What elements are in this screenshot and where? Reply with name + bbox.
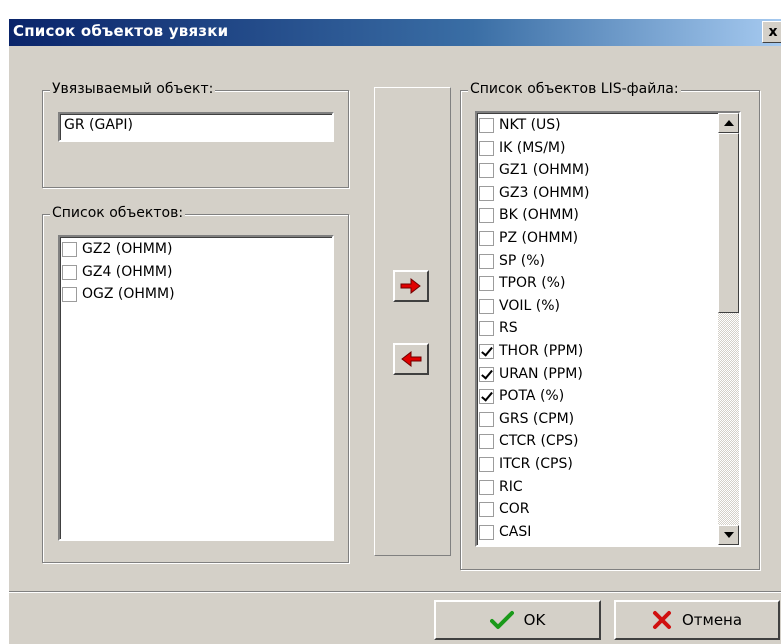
checkbox[interactable] <box>479 321 494 337</box>
linked-object-field[interactable]: GR (GAPI) <box>58 112 334 142</box>
list-item[interactable]: SP (%) <box>477 250 715 273</box>
checkbox[interactable] <box>479 366 494 382</box>
linked-object-group: Увязываемый объект: GR (GAPI) <box>42 81 349 188</box>
list-item[interactable]: CASI <box>477 521 715 544</box>
list-item-label: CASI <box>499 523 532 540</box>
list-item-label: IK (MS/M) <box>499 139 566 156</box>
list-item-label: RS <box>499 320 518 337</box>
list-item[interactable]: IK (MS/M) <box>477 137 715 160</box>
checkbox[interactable] <box>479 253 494 269</box>
list-item-label: THOR (PPM) <box>499 342 584 359</box>
list-item-label: OGZ (OHMM) <box>82 286 175 303</box>
checkbox[interactable] <box>479 230 494 246</box>
checkbox[interactable] <box>479 276 494 292</box>
list-item[interactable]: THOR (PPM) <box>477 340 715 363</box>
scroll-down-button[interactable] <box>718 525 739 545</box>
close-button[interactable]: x <box>762 21 781 43</box>
dialog-window: Список объектов увязки x Увязываемый объ… <box>8 18 781 644</box>
scroll-up-button[interactable] <box>718 113 739 133</box>
checkbox[interactable] <box>62 264 77 280</box>
chevron-down-icon <box>724 532 734 538</box>
checkbox[interactable] <box>62 242 77 257</box>
checkbox[interactable] <box>479 140 494 156</box>
lis-list-legend: Список объектов LIS-файла: <box>468 81 681 97</box>
checkbox[interactable] <box>479 118 494 133</box>
list-item[interactable]: GZ3 (OHMM) <box>477 182 715 205</box>
list-item-label: POTA (%) <box>499 388 565 405</box>
checkbox[interactable] <box>479 502 494 518</box>
checkbox[interactable] <box>479 208 494 224</box>
checkbox[interactable] <box>479 411 494 427</box>
cross-icon <box>652 611 671 629</box>
list-item[interactable]: PZ (OHMM) <box>477 227 715 250</box>
list-item[interactable]: GZ1 (OHMM) <box>477 159 715 182</box>
window-title: Список объектов увязки <box>13 22 229 40</box>
list-item-label: URAN (PPM) <box>499 365 583 382</box>
checkbox[interactable] <box>479 524 494 540</box>
list-item-label: TPOR (%) <box>499 275 566 292</box>
list-item-label: CTCR (CPS) <box>499 433 579 450</box>
checkbox[interactable] <box>479 298 494 314</box>
transfer-panel <box>374 87 451 556</box>
list-item[interactable]: GZ2 (OHMM) <box>60 238 332 261</box>
list-item-label: RIC <box>499 478 523 495</box>
objects-list-group: Список объектов: GZ2 (OHMM) GZ4 (OHMM) OGZ… <box>42 205 349 563</box>
cancel-label: Отмена <box>681 611 743 629</box>
ok-button[interactable]: OK <box>434 600 601 640</box>
footer-divider <box>9 591 781 593</box>
checkmark-icon <box>489 611 514 629</box>
list-item[interactable]: RS <box>477 317 715 340</box>
list-item[interactable]: VOIL (%) <box>477 295 715 318</box>
title-bar[interactable]: Список объектов увязки x <box>9 19 781 46</box>
list-item[interactable]: CTCR (CPS) <box>477 430 715 453</box>
checkbox[interactable] <box>479 434 494 450</box>
list-item[interactable]: POTA (%) <box>477 385 715 408</box>
list-item[interactable]: URAN (PPM) <box>477 363 715 386</box>
lis-list-group: Список объектов LIS-файла: NKT (US) IK (M… <box>460 81 760 570</box>
arrow-left-icon <box>401 350 422 368</box>
list-item-label: GZ4 (OHMM) <box>82 263 173 280</box>
move-right-button[interactable] <box>393 270 429 302</box>
checkbox[interactable] <box>479 389 494 405</box>
list-item-label: COR <box>499 501 530 518</box>
scrollbar-thumb[interactable] <box>718 133 739 313</box>
checkbox[interactable] <box>479 343 494 359</box>
list-item-label: GRS (CPM) <box>499 410 575 427</box>
checkbox[interactable] <box>479 185 494 201</box>
checkbox[interactable] <box>479 163 494 179</box>
arrow-right-icon <box>400 277 421 295</box>
checkbox[interactable] <box>62 287 77 303</box>
objects-list-legend: Список объектов: <box>50 205 186 221</box>
lis-listbox[interactable]: NKT (US) IK (MS/M) GZ1 (OHMM) GZ3 (OHMM) BK … <box>475 111 741 547</box>
list-item-label: NKT (US) <box>499 117 561 133</box>
list-item-label: SP (%) <box>499 252 546 269</box>
move-left-button[interactable] <box>393 343 429 375</box>
cancel-button[interactable]: Отмена <box>614 600 780 640</box>
list-item[interactable]: COR <box>477 498 715 521</box>
list-item-label: GZ1 (OHMM) <box>499 162 590 179</box>
checkbox[interactable] <box>479 456 494 472</box>
objects-listbox[interactable]: GZ2 (OHMM) GZ4 (OHMM) OGZ (OHMM) <box>58 235 334 541</box>
linked-object-legend: Увязываемый объект: <box>50 81 216 97</box>
list-item-label: PZ (OHMM) <box>499 229 579 246</box>
list-item[interactable]: ITCR (CPS) <box>477 453 715 476</box>
list-item-label: GZ3 (OHMM) <box>499 184 590 201</box>
list-item-label: ITCR (CPS) <box>499 455 573 472</box>
list-item[interactable]: GRS (CPM) <box>477 408 715 431</box>
list-item[interactable]: NKT (US) <box>477 114 715 137</box>
chevron-up-icon <box>724 120 734 126</box>
list-item-label: VOIL (%) <box>499 297 560 314</box>
list-item[interactable]: TPOR (%) <box>477 272 715 295</box>
lis-scrollbar[interactable] <box>718 113 739 545</box>
ok-label: OK <box>523 611 546 629</box>
checkbox[interactable] <box>479 479 494 495</box>
list-item[interactable]: GZ4 (OHMM) <box>60 261 332 284</box>
list-item[interactable]: RIC <box>477 476 715 499</box>
list-item[interactable]: OGZ (OHMM) <box>60 283 332 306</box>
list-item[interactable]: BK (OHMM) <box>477 204 715 227</box>
list-item-label: BK (OHMM) <box>499 207 579 224</box>
list-item-label: GZ2 (OHMM) <box>82 241 173 257</box>
